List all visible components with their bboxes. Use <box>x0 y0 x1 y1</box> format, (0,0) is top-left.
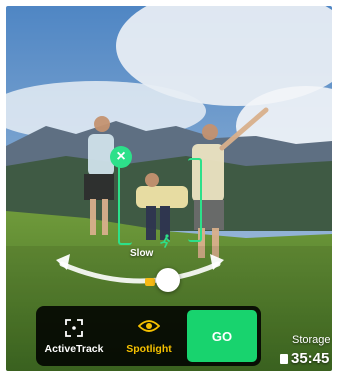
eye-icon <box>137 318 161 339</box>
storage-value: 35:45 <box>291 350 330 367</box>
storage-label: Storage <box>292 334 331 346</box>
mode-spotlight-label: Spotlight <box>126 343 172 355</box>
camera-view: × Slow ActiveTrack Spotlight GO Storage … <box>0 0 338 377</box>
speed-slider-thumb[interactable] <box>156 268 180 292</box>
speed-slider-accent <box>145 278 155 286</box>
mode-activetrack[interactable]: ActiveTrack <box>36 306 112 366</box>
activetrack-frame-icon <box>64 318 84 343</box>
cancel-target-icon[interactable]: × <box>110 146 132 168</box>
mode-selector-panel: ActiveTrack Spotlight GO <box>36 306 261 366</box>
mode-activetrack-label: ActiveTrack <box>44 343 104 355</box>
tracking-box-right-bracket <box>188 158 202 242</box>
sd-card-icon <box>280 354 288 364</box>
storage-remaining: 35:45 <box>280 350 329 367</box>
go-button[interactable]: GO <box>187 310 257 362</box>
mode-spotlight[interactable]: Spotlight <box>114 306 184 366</box>
speed-slider-track[interactable] <box>40 240 240 290</box>
